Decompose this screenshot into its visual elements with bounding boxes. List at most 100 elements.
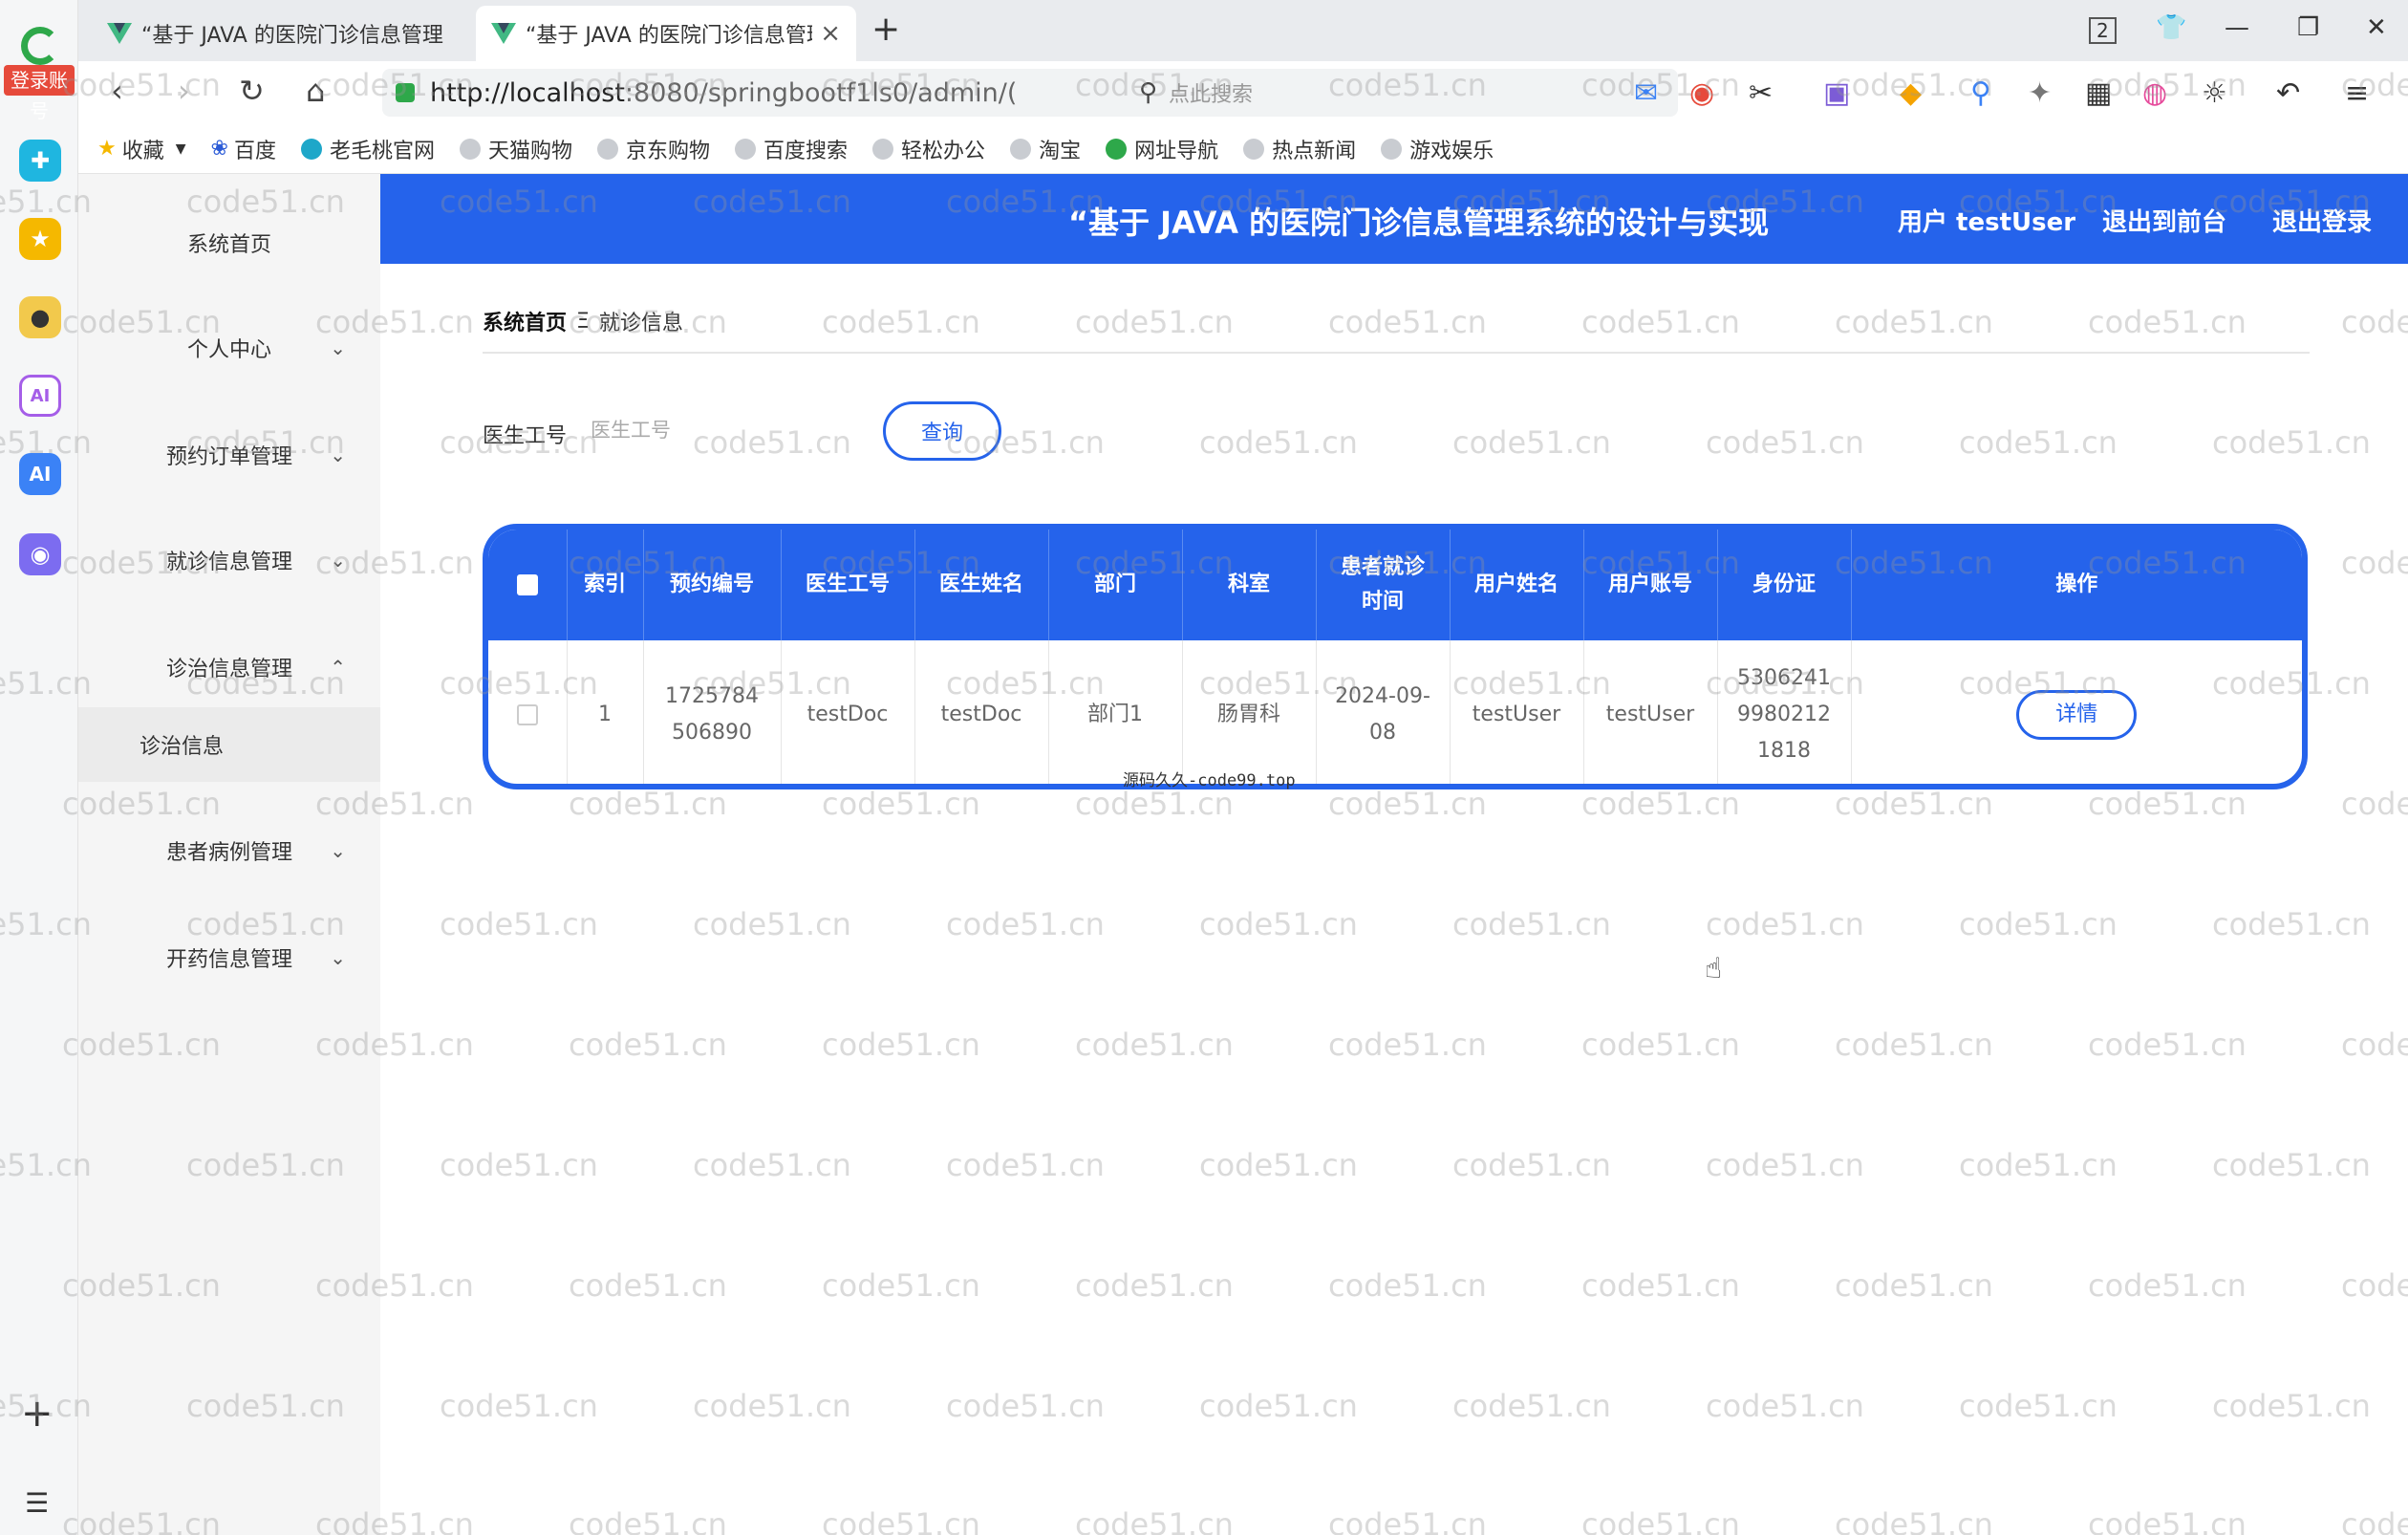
undo-icon[interactable]: ↶	[2276, 76, 2300, 110]
shield-icon[interactable]: ◆	[1900, 76, 1922, 110]
watermark-text: code51.cn	[569, 1027, 727, 1063]
row-select-cell[interactable]	[488, 640, 568, 784]
weibo-icon[interactable]: ◉	[1689, 76, 1714, 110]
reload-icon[interactable]: ↻	[239, 73, 265, 109]
sidebar-item-personal-center[interactable]: 个人中心 ⌄	[78, 319, 380, 377]
browser-e-icon	[21, 27, 59, 65]
apps-grid-icon[interactable]: ▦	[2085, 76, 2112, 110]
browser-search-box[interactable]: ⚲ 点此搜索	[1126, 69, 1678, 117]
tab-inactive[interactable]: “基于 JAVA 的医院门诊信息管理	[92, 6, 472, 61]
watermark-text: code51.cn	[693, 1147, 851, 1183]
scissors-icon[interactable]: ✂	[1749, 76, 1773, 110]
brightness-icon[interactable]: ☼	[2202, 76, 2227, 110]
exit-to-front-link[interactable]: 退出到前台	[2102, 203, 2226, 238]
logout-link[interactable]: 退出登录	[2272, 203, 2372, 238]
browser-side-rail: 登录账号 ✚ ★ ● AI AI ◉ + ☰	[0, 0, 78, 1535]
caret-down-icon: ▼	[175, 141, 186, 157]
globe-icon	[597, 138, 619, 160]
magnifier-icon[interactable]: ⚲	[1970, 76, 1991, 110]
favorites-star-icon[interactable]: ★	[19, 218, 61, 260]
watermark-text: code51.cn	[1199, 424, 1358, 461]
doctor-id-search-input[interactable]	[591, 409, 858, 451]
bookmark-item[interactable]: 老毛桃官网	[300, 134, 435, 164]
address-bar[interactable]: http://localhost :8080/springbootf1ls0/a…	[382, 69, 1179, 117]
bookmark-item[interactable]: 热点新闻	[1243, 134, 1356, 164]
hand-cursor-icon: ☝	[1705, 952, 1723, 985]
ai-app-icon[interactable]: AI	[19, 453, 61, 495]
forward-icon[interactable]: ›	[178, 73, 190, 109]
sidebar-item-appointment-orders[interactable]: 预约订单管理 ⌄	[78, 426, 380, 484]
app-plus-icon[interactable]: ✚	[19, 140, 61, 182]
watermark-text: code51.cn	[1199, 1388, 1358, 1424]
bookmark-item[interactable]: 淘宝	[1010, 134, 1081, 164]
bookmark-item[interactable]: 京东购物	[597, 134, 710, 164]
home-icon[interactable]: ⌂	[306, 73, 325, 109]
watermark-text: code51.cn	[1452, 1388, 1611, 1424]
bookmark-item[interactable]: 网址导航	[1106, 134, 1218, 164]
translate-icon[interactable]: ▣	[1823, 76, 1850, 110]
watermark-text: code51.cn	[1835, 304, 1993, 340]
query-button[interactable]: 查询	[883, 401, 1001, 461]
sidebar-item-visit-info[interactable]: 就诊信息管理 ⌄	[78, 531, 380, 589]
ghost-bot-icon[interactable]: ◉	[19, 533, 61, 575]
breadcrumb-home[interactable]: 系统首页	[483, 306, 567, 336]
watermark-text: code51.cn	[2341, 786, 2408, 822]
watermark-text: code51.cn	[946, 1147, 1105, 1183]
star-icon: ★	[97, 137, 117, 161]
watermark-text: code51.cn	[2341, 545, 2408, 581]
assistant-bot-icon[interactable]: ●	[19, 296, 61, 338]
back-icon[interactable]: ‹	[111, 73, 123, 109]
bookmark-item[interactable]: 游戏娱乐	[1381, 134, 1494, 164]
breadcrumb-divider	[483, 352, 2310, 354]
row-checkbox[interactable]	[516, 704, 538, 725]
sidebar-item-prescriptions[interactable]: 开药信息管理 ⌄	[78, 929, 380, 986]
browser-logo[interactable]: 登录账号	[4, 23, 75, 122]
minimize-icon[interactable]: —	[2225, 13, 2249, 42]
breadcrumb-current: 就诊信息	[598, 312, 683, 335]
ai-assistant-icon[interactable]: ◍	[2142, 76, 2167, 110]
cell-index: 1	[567, 640, 644, 784]
tab-active[interactable]: “基于 JAVA 的医院门诊信息管理 ×	[476, 6, 856, 61]
menu-icon[interactable]: ≡	[2345, 76, 2369, 110]
rail-list-icon[interactable]: ☰	[25, 1487, 49, 1519]
sidebar-item-patient-cases[interactable]: 患者病例管理 ⌄	[78, 822, 380, 879]
watermark-text: code51.cn	[569, 786, 727, 822]
watermark-text: code51.cn	[2212, 906, 2371, 942]
tab-count-badge[interactable]: 2	[2089, 17, 2117, 44]
extension-icon[interactable]: ✦	[2028, 76, 2052, 110]
bookmark-item[interactable]: 天猫购物	[460, 134, 572, 164]
watermark-text: code51.cn	[2341, 1506, 2408, 1535]
cell-user-name: testUser	[1450, 640, 1584, 784]
sidebar-subitem-label: 诊治信息	[140, 735, 225, 759]
select-all-checkbox[interactable]	[516, 574, 538, 595]
bookmark-favorites[interactable]: ★ 收藏 ▼	[97, 134, 186, 164]
current-user-label[interactable]: 用户 testUser	[1898, 203, 2075, 238]
browser-search-placeholder: 点此搜索	[1169, 83, 1254, 107]
sidebar-item-home[interactable]: 系统首页	[78, 214, 380, 271]
watermark-text: code51.cn	[1581, 1267, 1740, 1304]
new-tab-icon[interactable]: +	[871, 10, 900, 49]
sidebar-item-diagnosis-info[interactable]: 诊治信息管理 ⌃	[78, 638, 380, 696]
mail-icon[interactable]: ✉	[1634, 76, 1658, 110]
rail-add-icon[interactable]: +	[21, 1392, 54, 1436]
tab-close-icon[interactable]: ×	[820, 19, 841, 48]
bookmark-item[interactable]: 轻松办公	[872, 134, 985, 164]
select-all-cell[interactable]	[488, 530, 568, 640]
login-account-badge[interactable]: 登录账号	[4, 65, 75, 122]
watermark-text: code51.cn	[1581, 1027, 1740, 1063]
watermark-text: code51.cn	[2341, 304, 2408, 340]
close-window-icon[interactable]: ✕	[2366, 13, 2387, 42]
table-row: 1 1725784506890 testDoc testDoc 部门1 肠胃科 …	[488, 640, 2302, 784]
watermark-text: code51.cn	[693, 906, 851, 942]
watermark-text: code51.cn	[946, 906, 1105, 942]
bookmark-item[interactable]: ❀ 百度	[211, 134, 276, 164]
bookmark-label: 百度搜索	[763, 139, 849, 163]
bookmark-item[interactable]: 百度搜索	[735, 134, 848, 164]
skin-shirt-icon[interactable]: 👕	[2156, 13, 2186, 42]
site-globe-icon	[300, 138, 322, 160]
sidebar-subitem-diagnosis[interactable]: 诊治信息	[78, 707, 380, 782]
source-note: 源码久久-code99.top	[1123, 771, 1296, 790]
ai-chat-icon[interactable]: AI	[19, 375, 61, 417]
restore-icon[interactable]: ❐	[2297, 13, 2319, 42]
detail-button[interactable]: 详情	[2016, 690, 2138, 740]
